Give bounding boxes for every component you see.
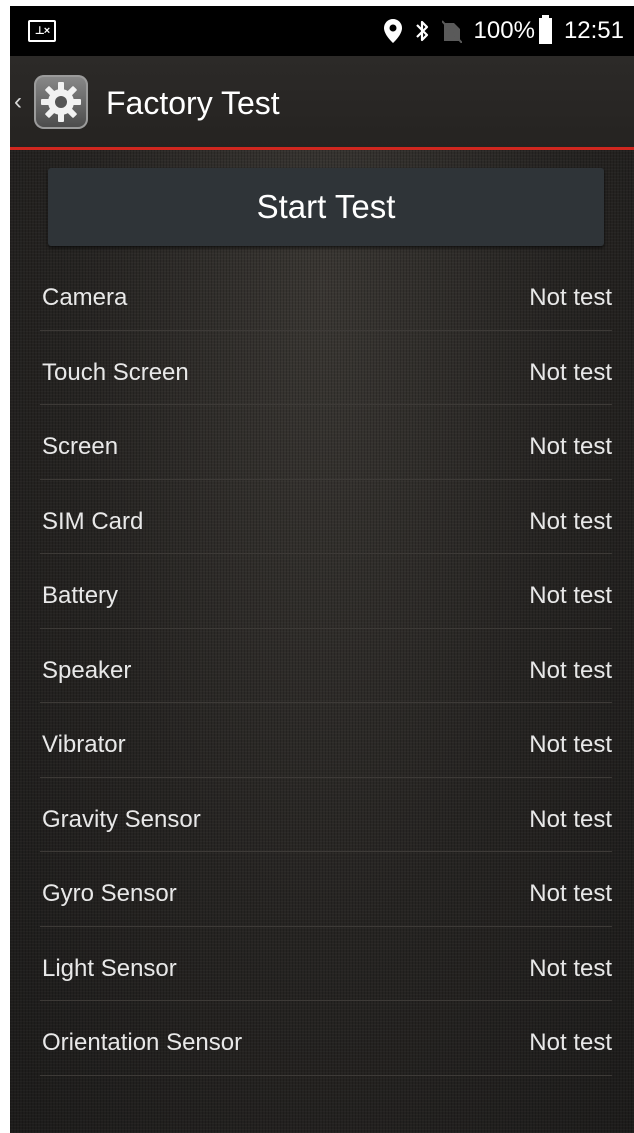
location-icon (383, 19, 402, 43)
blocked-contact-icon: ⊥× (28, 20, 56, 42)
phone-screen: ⊥× 100% 12:51 ‹ Factory Test Start Test … (10, 6, 634, 1133)
test-status: Not test (529, 1029, 612, 1056)
test-name: Gravity Sensor (42, 805, 201, 833)
list-item[interactable]: Touch Screen Not test (40, 331, 612, 405)
no-sim-icon (441, 19, 462, 43)
clock: 12:51 (563, 17, 624, 44)
test-status: Not test (529, 358, 612, 386)
chevron-left-icon[interactable]: ‹ (14, 88, 22, 116)
test-name: Battery (42, 582, 119, 609)
test-name: Touch Screen (42, 358, 189, 386)
test-name: Speaker (42, 656, 132, 684)
list-item[interactable]: Screen Not test (40, 405, 612, 480)
list-item[interactable]: Speaker Not test (40, 629, 612, 703)
test-status: Not test (529, 433, 612, 460)
bluetooth-icon (414, 19, 430, 43)
list-item[interactable]: Gravity Sensor Not test (40, 778, 612, 852)
test-name: Gyro Sensor (42, 880, 177, 907)
test-name: Vibrator (42, 731, 126, 758)
test-status: Not test (529, 731, 612, 758)
status-icons: 100% 12:51 (383, 6, 624, 56)
test-name: Camera (42, 284, 128, 311)
test-list: Camera Not test Touch Screen Not test Screen… (40, 256, 612, 1076)
gear-icon[interactable] (34, 75, 88, 129)
test-status: Not test (529, 805, 612, 833)
test-status: Not test (529, 507, 612, 535)
battery-percent: 100% (473, 17, 535, 44)
list-item[interactable]: Orientation Sensor Not test (40, 1001, 612, 1076)
status-bar: ⊥× 100% 12:51 (10, 6, 634, 56)
page-title: Factory Test (106, 85, 280, 121)
test-status: Not test (529, 880, 612, 907)
list-item[interactable]: Vibrator Not test (40, 703, 612, 778)
action-bar: ‹ Factory Test (10, 56, 634, 148)
list-item[interactable]: Light Sensor Not test (40, 927, 612, 1001)
test-status: Not test (529, 954, 612, 982)
test-status: Not test (529, 582, 612, 609)
battery-full-icon (538, 15, 552, 44)
test-name: Light Sensor (42, 954, 177, 982)
test-status: Not test (529, 284, 612, 311)
list-item[interactable]: SIM Card Not test (40, 480, 612, 554)
test-status: Not test (529, 656, 612, 684)
test-name: SIM Card (42, 507, 144, 535)
test-name: Screen (42, 433, 119, 460)
list-item[interactable]: Battery Not test (40, 554, 612, 629)
accent-divider (10, 147, 634, 150)
start-test-button[interactable]: Start Test (48, 168, 604, 246)
test-name: Orientation Sensor (42, 1029, 243, 1056)
list-item[interactable]: Camera Not test (40, 256, 612, 331)
list-item[interactable]: Gyro Sensor Not test (40, 852, 612, 927)
